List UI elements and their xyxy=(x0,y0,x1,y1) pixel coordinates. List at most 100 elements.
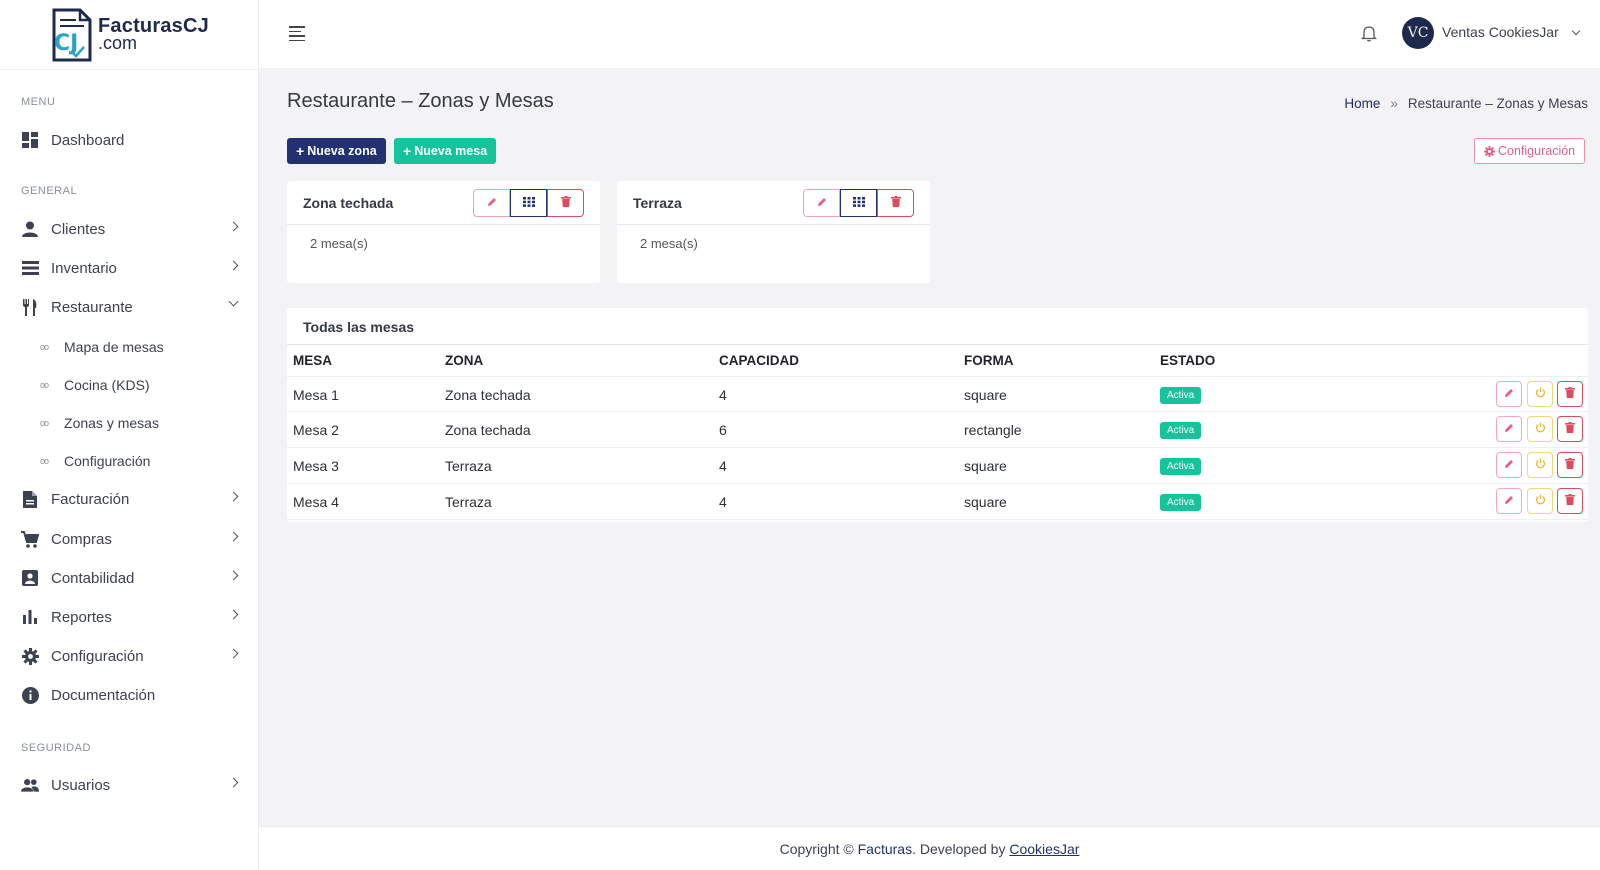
pencil-icon xyxy=(817,194,827,212)
zone-tables-grid-button[interactable] xyxy=(510,189,547,217)
zone-name: Terraza xyxy=(633,194,682,211)
sidebar-item-label: Restaurante xyxy=(51,298,133,316)
sidebar-subitem-zonas-mesas[interactable]: oo Zonas y mesas xyxy=(0,407,259,439)
breadcrumb-home-link[interactable]: Home xyxy=(1344,96,1380,111)
chevron-right-icon xyxy=(228,777,239,788)
trash-icon xyxy=(890,194,901,212)
avatar[interactable]: VC xyxy=(1402,17,1434,49)
cell-forma: square xyxy=(964,458,1007,474)
chevron-right-icon xyxy=(228,221,239,232)
sidebar-item-compras[interactable]: Compras xyxy=(0,521,259,557)
sidebar-item-configuracion[interactable]: Configuración xyxy=(0,638,259,674)
edit-table-button[interactable] xyxy=(1496,416,1522,442)
cell-capacidad: 6 xyxy=(719,422,727,438)
new-zone-label: Nueva zona xyxy=(307,144,377,158)
zone-card: Zona techada 2 mesa(s) xyxy=(287,181,600,283)
utensils-icon xyxy=(21,298,39,316)
cell-mesa: Mesa 4 xyxy=(293,494,339,510)
sidebar-subitem-mapa-mesas[interactable]: oo Mapa de mesas xyxy=(0,331,259,363)
user-name[interactable]: Ventas CookiesJar xyxy=(1442,24,1559,40)
zone-table-count: 2 mesa(s) xyxy=(310,236,368,251)
menu-toggle-icon[interactable] xyxy=(289,26,305,44)
new-zone-button[interactable]: + Nueva zona xyxy=(287,138,386,164)
sidebar-item-facturacion[interactable]: Facturación xyxy=(0,481,259,517)
edit-zone-button[interactable] xyxy=(473,189,510,217)
sidebar-item-inventario[interactable]: Inventario xyxy=(0,250,259,286)
configuration-label: Configuración xyxy=(1498,144,1576,158)
bullet-icon: oo xyxy=(40,456,49,466)
delete-table-button[interactable] xyxy=(1557,452,1583,478)
sidebar-item-label: Reportes xyxy=(51,608,112,626)
bar-chart-icon xyxy=(21,608,39,626)
toggle-table-button[interactable] xyxy=(1527,452,1553,478)
pencil-icon xyxy=(1504,492,1514,510)
brand-text: FacturasCJ .com xyxy=(98,14,209,53)
power-icon xyxy=(1535,492,1546,510)
status-badge: Activa xyxy=(1160,387,1202,404)
trash-icon xyxy=(1565,456,1575,474)
delete-zone-button[interactable] xyxy=(547,189,584,217)
sidebar-item-label: Inventario xyxy=(51,259,117,277)
new-table-button[interactable]: + Nueva mesa xyxy=(394,138,497,164)
inventory-icon xyxy=(21,259,39,277)
toggle-table-button[interactable] xyxy=(1527,488,1553,514)
grid-icon xyxy=(852,194,865,212)
sidebar-item-label: Compras xyxy=(51,530,112,548)
toggle-table-button[interactable] xyxy=(1527,381,1553,407)
gear-icon xyxy=(1484,145,1495,157)
document-icon xyxy=(21,490,39,508)
delete-zone-button[interactable] xyxy=(877,189,914,217)
sidebar-item-documentacion[interactable]: Documentación xyxy=(0,677,259,713)
zone-tables-grid-button[interactable] xyxy=(840,189,877,217)
bell-icon[interactable] xyxy=(1360,24,1378,47)
cell-zona: Zona techada xyxy=(445,387,531,403)
brand-suffix: .com xyxy=(98,32,138,53)
page-title: Restaurante – Zonas y Mesas xyxy=(287,90,554,112)
status-badge: Activa xyxy=(1160,458,1202,475)
sidebar-item-reportes[interactable]: Reportes xyxy=(0,599,259,635)
edit-table-button[interactable] xyxy=(1496,381,1522,407)
sidebar-item-usuarios[interactable]: Usuarios xyxy=(0,767,259,803)
configuration-button[interactable]: Configuración xyxy=(1474,138,1586,164)
cart-icon xyxy=(21,530,39,548)
brand-name: FacturasCJ xyxy=(98,14,209,37)
sidebar-item-contabilidad[interactable]: Contabilidad xyxy=(0,560,259,596)
pencil-icon xyxy=(1504,385,1514,403)
delete-table-button[interactable] xyxy=(1557,488,1583,514)
edit-table-button[interactable] xyxy=(1496,452,1522,478)
chevron-down-icon[interactable] xyxy=(1571,26,1581,36)
cell-mesa: Mesa 2 xyxy=(293,422,339,438)
footer-developer-link[interactable]: CookiesJar xyxy=(1009,841,1079,857)
menu-section-title: MENU xyxy=(21,96,56,108)
sidebar-item-restaurante[interactable]: Restaurante xyxy=(0,289,259,325)
sidebar-subitem-label: Zonas y mesas xyxy=(64,415,159,431)
topbar: VC Ventas CookiesJar xyxy=(259,0,1600,68)
sidebar-subitem-label: Mapa de mesas xyxy=(64,339,164,355)
bullet-icon: oo xyxy=(40,342,49,352)
cell-zona: Terraza xyxy=(445,494,492,510)
footer-developed-by: . Developed by xyxy=(912,841,1006,857)
brand[interactable]: CJ FacturasCJ .com xyxy=(0,0,258,70)
delete-table-button[interactable] xyxy=(1557,416,1583,442)
trash-icon xyxy=(560,194,571,212)
chevron-right-icon xyxy=(228,491,239,502)
chevron-down-icon xyxy=(228,296,239,307)
sidebar-subitem-cocina[interactable]: oo Cocina (KDS) xyxy=(0,369,259,401)
footer-brand-link[interactable]: Facturas xyxy=(858,841,912,857)
sidebar-subitem-configuracion[interactable]: oo Configuración xyxy=(0,445,259,477)
delete-table-button[interactable] xyxy=(1557,381,1583,407)
sidebar-item-label: Contabilidad xyxy=(51,569,135,587)
column-header-capacidad: CAPACIDAD xyxy=(719,353,799,368)
sidebar-item-clientes[interactable]: Clientes xyxy=(0,211,259,247)
sidebar-item-dashboard[interactable]: Dashboard xyxy=(0,122,259,158)
edit-table-button[interactable] xyxy=(1496,488,1522,514)
breadcrumb-current: Restaurante – Zonas y Mesas xyxy=(1407,96,1588,111)
toggle-table-button[interactable] xyxy=(1527,416,1553,442)
power-icon xyxy=(1535,385,1546,403)
trash-icon xyxy=(1565,385,1575,403)
footer-copyright: Copyright © xyxy=(779,841,854,857)
edit-zone-button[interactable] xyxy=(803,189,840,217)
cell-mesa: Mesa 1 xyxy=(293,387,339,403)
breadcrumb: Home » Restaurante – Zonas y Mesas xyxy=(1344,96,1588,111)
plus-icon: + xyxy=(403,143,412,159)
